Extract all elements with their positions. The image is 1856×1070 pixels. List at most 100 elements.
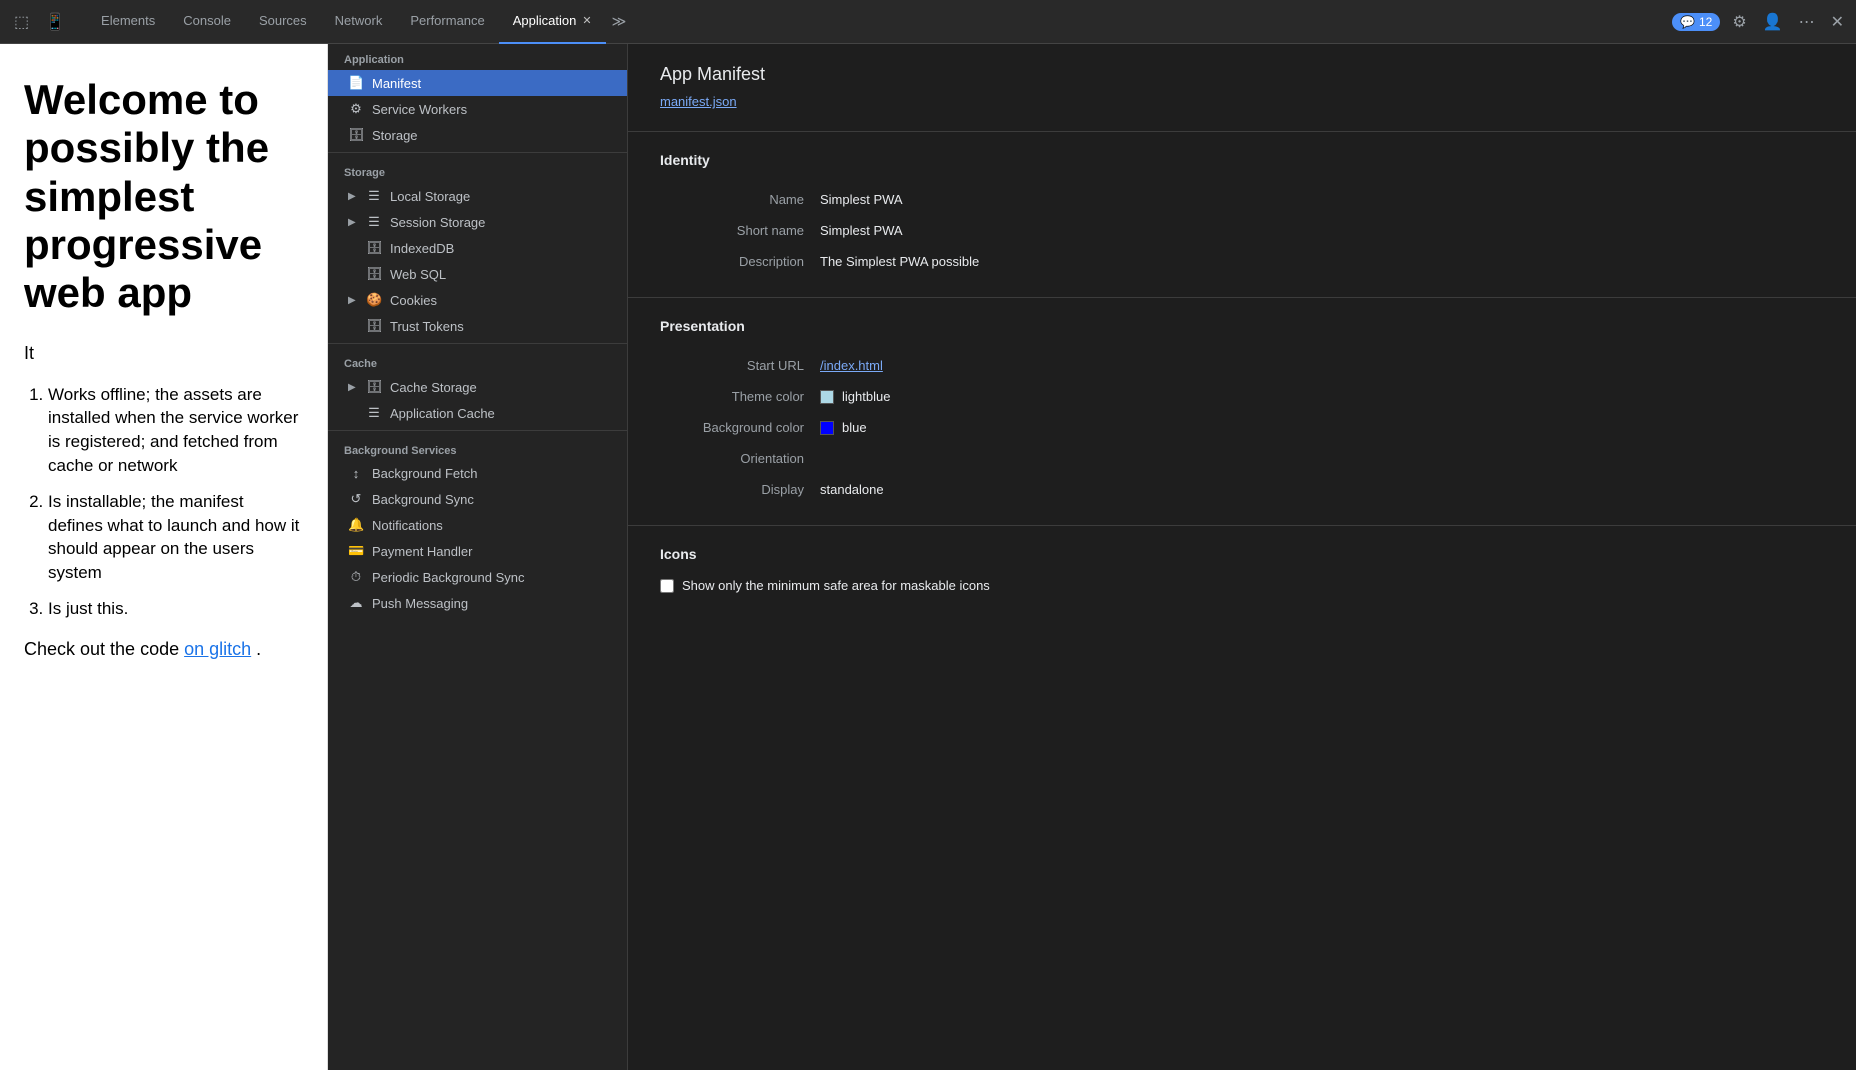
start-url-link[interactable]: /index.html xyxy=(820,358,883,373)
tab-application[interactable]: Application ✕ xyxy=(499,0,606,44)
sidebar-item-session-storage[interactable]: ▶ ☰ Session Storage xyxy=(328,209,627,235)
cookies-icon: 🍪 xyxy=(366,292,382,308)
tab-performance[interactable]: Performance xyxy=(396,0,498,44)
icons-heading: Icons xyxy=(660,546,1824,562)
webpage-footer: Check out the code on glitch . xyxy=(24,637,303,662)
sidebar-background-fetch-label: Background Fetch xyxy=(372,466,478,481)
presentation-heading: Presentation xyxy=(660,318,1824,334)
push-messaging-icon: ☁ xyxy=(348,595,364,611)
sidebar-manifest-label: Manifest xyxy=(372,76,421,91)
tab-console[interactable]: Console xyxy=(169,0,245,44)
sidebar-local-storage-label: Local Storage xyxy=(390,189,470,204)
sidebar-item-local-storage[interactable]: ▶ ☰ Local Storage xyxy=(328,183,627,209)
issues-badge[interactable]: 💬 12 xyxy=(1672,13,1720,31)
cursor-icon[interactable]: ⬚ xyxy=(8,8,35,36)
sidebar-item-websql[interactable]: 🗄 Web SQL xyxy=(328,261,627,287)
sidebar-session-storage-label: Session Storage xyxy=(390,215,485,230)
storage-icon: 🗄 xyxy=(348,127,364,143)
sidebar-storage-section-label: Storage xyxy=(328,157,627,183)
toolbar-right: 💬 12 ⚙ 👤 ⋯ ✕ xyxy=(1672,8,1848,36)
sidebar-payment-handler-label: Payment Handler xyxy=(372,544,472,559)
orientation-value xyxy=(820,443,1824,474)
sidebar-item-manifest[interactable]: 📄 Manifest xyxy=(328,70,627,96)
display-value: standalone xyxy=(820,474,1824,505)
cookies-arrow: ▶ xyxy=(348,295,358,306)
identity-section: Identity Name Simplest PWA Short name Si… xyxy=(628,132,1856,298)
sidebar-item-app-cache[interactable]: ☰ Application Cache xyxy=(328,400,627,426)
device-icon[interactable]: 📱 xyxy=(39,8,71,36)
glitch-link[interactable]: on glitch xyxy=(184,639,251,659)
display-label: Display xyxy=(660,474,820,505)
maskable-icons-label[interactable]: Show only the minimum safe area for mask… xyxy=(682,578,990,593)
sidebar-application-label: Application xyxy=(328,44,627,70)
sidebar-item-trust-tokens[interactable]: 🗄 Trust Tokens xyxy=(328,313,627,339)
close-devtools-icon[interactable]: ✕ xyxy=(1827,8,1848,36)
local-storage-arrow: ▶ xyxy=(348,191,358,202)
sidebar-cache-label: Cache xyxy=(328,348,627,374)
tab-elements[interactable]: Elements xyxy=(87,0,169,44)
sidebar-item-service-workers[interactable]: ⚙ Service Workers xyxy=(328,96,627,122)
sidebar-item-storage[interactable]: 🗄 Storage xyxy=(328,122,627,148)
sidebar-push-messaging-label: Push Messaging xyxy=(372,596,468,611)
manifest-header-section: App Manifest manifest.json xyxy=(628,44,1856,132)
sidebar-item-push-messaging[interactable]: ☁ Push Messaging xyxy=(328,590,627,616)
background-fetch-icon: ↕ xyxy=(348,466,364,481)
more-options-icon[interactable]: ⋯ xyxy=(1795,8,1819,36)
manifest-json-link[interactable]: manifest.json xyxy=(660,94,737,109)
toolbar-icons: ⬚ 📱 xyxy=(8,8,71,36)
list-item-2: Is installable; the manifest defines wha… xyxy=(48,490,303,585)
sidebar-background-sync-label: Background Sync xyxy=(372,492,474,507)
identity-heading: Identity xyxy=(660,152,1824,168)
sidebar-cookies-label: Cookies xyxy=(390,293,437,308)
icons-section: Icons Show only the minimum safe area fo… xyxy=(628,526,1856,613)
sidebar: Application 📄 Manifest ⚙ Service Workers… xyxy=(328,44,628,1070)
devtools-toolbar: ⬚ 📱 Elements Console Sources Network Per… xyxy=(0,0,1856,44)
periodic-bg-sync-icon: ⏱ xyxy=(348,569,364,585)
list-item-3: Is just this. xyxy=(48,597,303,621)
start-url-value: /index.html xyxy=(820,350,1824,381)
background-sync-icon: ↺ xyxy=(348,491,364,507)
sidebar-storage-label: Storage xyxy=(372,128,418,143)
sidebar-service-workers-label: Service Workers xyxy=(372,102,467,117)
theme-color-swatch[interactable] xyxy=(820,390,834,404)
session-storage-icon: ☰ xyxy=(366,214,382,230)
sidebar-background-services-label: Background Services xyxy=(328,435,627,461)
indexeddb-icon: 🗄 xyxy=(366,240,382,256)
divider-2 xyxy=(328,343,627,344)
sidebar-item-background-sync[interactable]: ↺ Background Sync xyxy=(328,486,627,512)
settings-icon[interactable]: ⚙ xyxy=(1728,8,1750,36)
sidebar-trust-tokens-label: Trust Tokens xyxy=(390,319,464,334)
session-storage-arrow: ▶ xyxy=(348,217,358,228)
badge-count: 12 xyxy=(1699,15,1712,29)
main-layout: Welcome to possibly the simplest progres… xyxy=(0,44,1856,1070)
service-workers-icon: ⚙ xyxy=(348,101,364,117)
tab-network[interactable]: Network xyxy=(321,0,397,44)
sidebar-item-indexeddb[interactable]: 🗄 IndexedDB xyxy=(328,235,627,261)
tab-sources[interactable]: Sources xyxy=(245,0,321,44)
trust-tokens-icon: 🗄 xyxy=(366,318,382,334)
name-label: Name xyxy=(660,184,820,215)
divider-3 xyxy=(328,430,627,431)
presentation-section: Presentation Start URL /index.html Theme… xyxy=(628,298,1856,526)
sidebar-item-notifications[interactable]: 🔔 Notifications xyxy=(328,512,627,538)
websql-icon: 🗄 xyxy=(366,266,382,282)
sidebar-app-cache-label: Application Cache xyxy=(390,406,495,421)
payment-handler-icon: 💳 xyxy=(348,543,364,559)
profile-icon[interactable]: 👤 xyxy=(1759,8,1787,36)
more-tabs-icon[interactable]: ≫ xyxy=(606,9,633,34)
sidebar-periodic-bg-sync-label: Periodic Background Sync xyxy=(372,570,524,585)
notifications-icon: 🔔 xyxy=(348,517,364,533)
bg-color-value: blue xyxy=(820,412,1824,443)
maskable-icons-checkbox[interactable] xyxy=(660,579,674,593)
theme-color-value: lightblue xyxy=(820,381,1824,412)
divider-1 xyxy=(328,152,627,153)
sidebar-item-cache-storage[interactable]: ▶ 🗄 Cache Storage xyxy=(328,374,627,400)
sidebar-item-cookies[interactable]: ▶ 🍪 Cookies xyxy=(328,287,627,313)
bg-color-swatch[interactable] xyxy=(820,421,834,435)
devtools-inner: Application 📄 Manifest ⚙ Service Workers… xyxy=(328,44,1856,1070)
close-tab-icon[interactable]: ✕ xyxy=(582,14,591,27)
sidebar-item-background-fetch[interactable]: ↕ Background Fetch xyxy=(328,461,627,486)
sidebar-item-payment-handler[interactable]: 💳 Payment Handler xyxy=(328,538,627,564)
shortname-label: Short name xyxy=(660,215,820,246)
sidebar-item-periodic-bg-sync[interactable]: ⏱ Periodic Background Sync xyxy=(328,564,627,590)
